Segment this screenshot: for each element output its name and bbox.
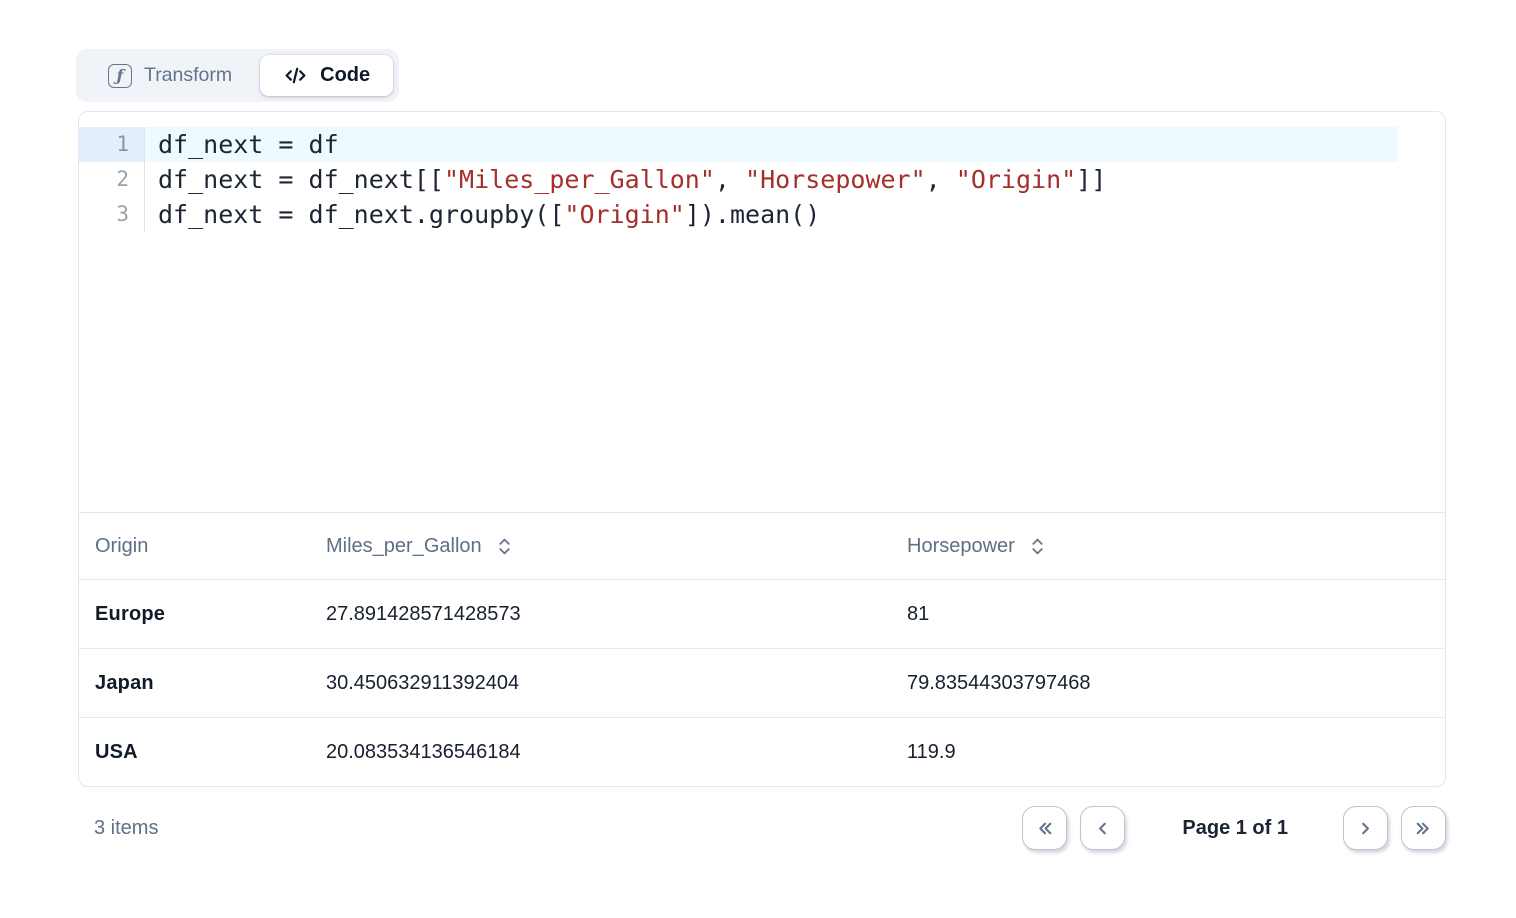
code-line-2[interactable]: df_next = df_next[["Miles_per_Gallon", "… [145,162,1445,197]
code-token: ]] [1076,165,1106,194]
code-icon [283,63,308,88]
code-transform-panel: 1 2 3 df_next = df df_next = df_next[["M… [78,111,1446,787]
string-token: "Origin" [564,200,684,229]
editor-content[interactable]: df_next = df df_next = df_next[["Miles_p… [145,127,1445,512]
previous-page-button[interactable] [1080,806,1125,850]
code-token: , [715,165,745,194]
result-table: Origin Miles_per_Gallon Horsepower [79,513,1445,787]
cell-horsepower: 79.83544303797468 [891,672,1445,695]
column-label: Horsepower [907,535,1015,558]
string-token: "Miles_per_Gallon" [444,165,715,194]
column-label: Origin [95,535,148,558]
first-page-button[interactable] [1022,806,1067,850]
code-token: , [926,165,956,194]
cell-miles-per-gallon: 27.891428571428573 [310,603,891,626]
cell-origin: Europe [79,603,310,626]
code-token: df_next = df [158,130,339,159]
table-row: Japan 30.450632911392404 79.835443037974… [79,649,1445,718]
table-footer: 3 items Page 1 of 1 [78,800,1446,856]
next-page-button[interactable] [1343,806,1388,850]
code-line-3[interactable]: df_next = df_next.groupby(["Origin"]).me… [145,197,1445,232]
code-token: df_next = df_next[[ [158,165,444,194]
sort-icon[interactable] [1029,537,1046,556]
column-header-origin: Origin [79,535,310,558]
sort-icon[interactable] [496,537,513,556]
chevrons-right-icon [1413,818,1434,839]
cell-horsepower: 81 [891,603,1445,626]
column-header-miles-per-gallon[interactable]: Miles_per_Gallon [310,535,891,558]
cell-miles-per-gallon: 20.083534136546184 [310,741,891,764]
cell-origin: USA [79,741,310,764]
last-page-button[interactable] [1401,806,1446,850]
pagination: Page 1 of 1 [1022,806,1446,850]
items-count: 3 items [78,817,158,840]
view-mode-tabbar: ƒ Transform Code [76,49,399,102]
table-row: Europe 27.891428571428573 81 [79,580,1445,649]
table-header-row: Origin Miles_per_Gallon Horsepower [79,513,1445,580]
cell-origin: Japan [79,672,310,695]
column-label: Miles_per_Gallon [326,535,482,558]
line-number: 2 [79,162,144,197]
tab-code[interactable]: Code [260,55,393,96]
page-indicator: Page 1 of 1 [1182,817,1288,840]
tab-transform[interactable]: ƒ Transform [82,55,260,96]
chevron-right-icon [1355,818,1376,839]
string-token: "Horsepower" [745,165,926,194]
column-header-horsepower[interactable]: Horsepower [891,535,1445,558]
code-line-1[interactable]: df_next = df [145,127,1398,162]
tab-code-label: Code [320,64,370,87]
function-icon: ƒ [108,64,132,88]
editor-gutter: 1 2 3 [79,127,145,232]
code-token: df_next = df_next.groupby([ [158,200,564,229]
string-token: "Origin" [956,165,1076,194]
table-row: USA 20.083534136546184 119.9 [79,718,1445,787]
line-number: 3 [79,197,144,232]
code-token: ]).mean() [685,200,820,229]
cell-horsepower: 119.9 [891,741,1445,764]
chevrons-left-icon [1034,818,1055,839]
code-editor[interactable]: 1 2 3 df_next = df df_next = df_next[["M… [79,112,1445,513]
cell-miles-per-gallon: 30.450632911392404 [310,672,891,695]
line-number: 1 [79,127,144,162]
chevron-left-icon [1092,818,1113,839]
tab-transform-label: Transform [144,64,232,87]
